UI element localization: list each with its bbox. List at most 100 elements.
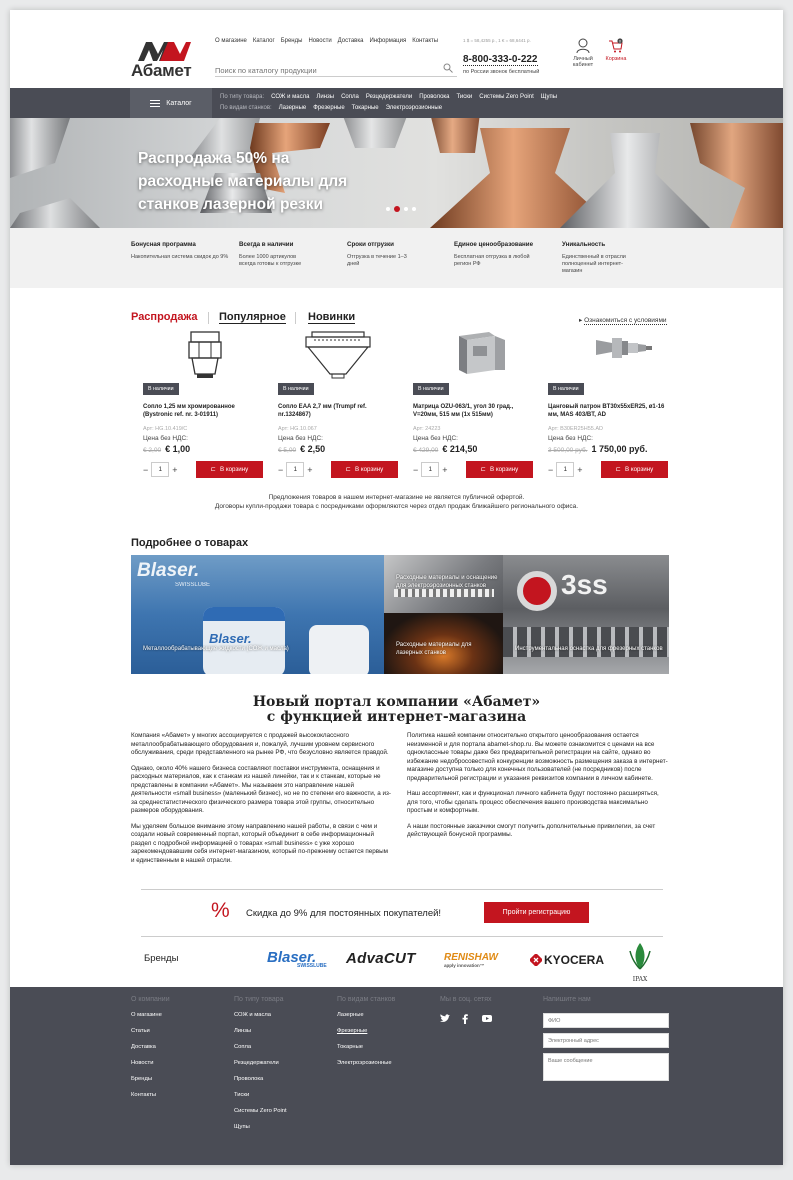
register-button[interactable]: Пройти регистрацию <box>484 902 589 923</box>
logo-text[interactable]: Абамет <box>131 61 192 81</box>
abamet-logo-icon[interactable] <box>136 40 192 62</box>
top-nav-item[interactable]: Контакты <box>412 38 438 44</box>
promo-banner[interactable]: Распродажа 50% на расходные материалы дл… <box>10 118 783 228</box>
footer-link[interactable]: Линзы <box>234 1028 287 1034</box>
footer-link[interactable]: Токарные <box>337 1044 395 1050</box>
footer-link[interactable]: Проволока <box>234 1076 287 1082</box>
footer-link[interactable]: СОЖ и масла <box>234 1012 287 1018</box>
slider-dot-active[interactable] <box>394 206 400 212</box>
nav-item[interactable]: Резцедержатели <box>366 94 412 100</box>
add-to-cart-button[interactable]: ⊏ В корзину <box>196 461 263 478</box>
minus-icon[interactable]: − <box>278 465 283 475</box>
footer-link[interactable]: Тиски <box>234 1092 287 1098</box>
nav-item[interactable]: Системы Zero Point <box>479 94 534 100</box>
brand-kyocera-logo[interactable]: KYOCERA <box>530 953 604 967</box>
product-name[interactable]: Цанговый патрон BT30x55xER25, ø1-16 мм, … <box>548 403 670 420</box>
add-to-cart-button[interactable]: ⊏ В корзину <box>601 461 668 478</box>
name-field[interactable]: ФИО <box>543 1013 669 1028</box>
add-to-cart-button[interactable]: ⊏ В корзину <box>466 461 533 478</box>
account-button[interactable]: Личный кабинет <box>570 38 596 68</box>
top-nav-item[interactable]: О магазине <box>215 38 247 44</box>
brand-advacut-logo[interactable]: AdvaCUT <box>346 950 416 967</box>
youtube-icon[interactable] <box>482 1015 492 1022</box>
nav-item[interactable]: Сопла <box>341 94 359 100</box>
footer-link[interactable]: Новости <box>131 1060 170 1066</box>
plus-icon[interactable]: + <box>307 465 312 475</box>
product-name[interactable]: Сопло 1,25 мм хромированное (Bystronic r… <box>143 403 265 420</box>
footer-link[interactable]: Статьи <box>131 1028 170 1034</box>
quantity-input[interactable]: 1 <box>421 462 440 477</box>
slider-dot[interactable] <box>412 207 416 211</box>
tab-sale[interactable]: Распродажа <box>131 311 198 323</box>
old-price: 3 500,00 руб. <box>548 447 588 454</box>
product-card: В наличии Сопло EAA 2,7 мм (Trumpf ref. … <box>276 330 401 480</box>
nav-item[interactable]: СОЖ и масла <box>271 94 309 100</box>
quantity-input[interactable]: 1 <box>151 462 170 477</box>
footer-link[interactable]: Электроэрозионные <box>337 1060 395 1066</box>
in-stock-badge: В наличии <box>548 383 584 395</box>
catalog-button[interactable]: Каталог <box>130 88 212 118</box>
footer-link[interactable]: Доставка <box>131 1044 170 1050</box>
nav-item[interactable]: Тиски <box>457 94 473 100</box>
quantity-input[interactable]: 1 <box>286 462 305 477</box>
footer-col-social: Мы в соц. сетях <box>440 996 492 1012</box>
message-field[interactable]: Ваше сообщение <box>543 1053 669 1081</box>
minus-icon[interactable]: − <box>143 465 148 475</box>
slider-dot[interactable] <box>386 207 390 211</box>
brand-ipax-logo[interactable]: IPAX <box>624 941 656 983</box>
footer-link[interactable]: Сопла <box>234 1044 287 1050</box>
top-nav-item[interactable]: Бренды <box>281 38 303 44</box>
category-tile-edm[interactable]: Расходные материалы и оснащение для элек… <box>384 555 503 613</box>
plus-icon[interactable]: + <box>172 465 177 475</box>
nav-item[interactable]: Токарные <box>352 105 379 111</box>
cart-icon: ⊏ <box>615 466 621 473</box>
nav-item[interactable]: Линзы <box>316 94 334 100</box>
footer-link[interactable]: Фрезерные <box>337 1028 395 1034</box>
tab-popular[interactable]: Популярное <box>219 311 286 324</box>
brand-renishaw-logo[interactable]: RENISHAW apply innovation™ <box>444 952 498 968</box>
nav-item[interactable]: Проволока <box>419 94 449 100</box>
tab-new[interactable]: Новинки <box>308 311 356 324</box>
plus-icon[interactable]: + <box>442 465 447 475</box>
cart-button[interactable]: 0 Корзина <box>603 38 629 62</box>
minus-icon[interactable]: − <box>413 465 418 475</box>
category-tile-coolants[interactable]: Blaser. SWISSLUBE Blaser. Металлообрабат… <box>131 555 384 674</box>
slider-dot[interactable] <box>404 207 408 211</box>
quantity-input[interactable]: 1 <box>556 462 575 477</box>
top-nav-item[interactable]: Новости <box>308 38 331 44</box>
footer-link[interactable]: Системы Zero Point <box>234 1108 287 1114</box>
user-icon <box>576 38 590 54</box>
product-name[interactable]: Сопло EAA 2,7 мм (Trumpf ref. nr.1324867… <box>278 403 400 420</box>
category-tile-milling[interactable]: 3ss Инструментальная оснастка для фрезер… <box>503 555 669 674</box>
top-nav-item[interactable]: Доставка <box>338 38 364 44</box>
top-nav-item[interactable]: Каталог <box>253 38 275 44</box>
nav-item[interactable]: Фрезерные <box>313 105 344 111</box>
add-to-cart-button[interactable]: ⊏ В корзину <box>331 461 398 478</box>
product-name[interactable]: Матрица OZU-063/1, угол 30 град., V=20мм… <box>413 403 535 420</box>
footer-link[interactable]: Контакты <box>131 1092 170 1098</box>
facebook-icon[interactable] <box>462 1014 468 1024</box>
nav-item[interactable]: Лазерные <box>279 105 307 111</box>
twitter-icon[interactable] <box>440 1014 450 1023</box>
product-article: Арт: B30ER25H55.AD <box>548 426 603 432</box>
percent-icon: % <box>211 899 230 922</box>
minus-icon[interactable]: − <box>548 465 553 475</box>
phone-number[interactable]: 8-800-333-0-222 <box>463 54 538 66</box>
footer-link[interactable]: Бренды <box>131 1076 170 1082</box>
plus-icon[interactable]: + <box>577 465 582 475</box>
search-icon[interactable] <box>443 63 453 73</box>
footer-link[interactable]: Щупы <box>234 1124 287 1130</box>
category-tile-laser[interactable]: Расходные материалы для лазерных станков <box>384 613 503 674</box>
search-input[interactable] <box>215 62 435 79</box>
nav-item[interactable]: Электроэрозионные <box>386 105 442 111</box>
brand-blaser-logo[interactable]: Blaser. SWISSLUBE <box>267 949 327 969</box>
nav-item[interactable]: Щупы <box>541 94 557 100</box>
conditions-link[interactable]: ▸ Ознакомиться с условиями <box>579 316 667 325</box>
footer-link[interactable]: Лазерные <box>337 1012 395 1018</box>
add-to-cart-label: В корзину <box>354 466 384 473</box>
cart-icon: 0 <box>609 38 623 53</box>
email-field[interactable]: Электронный адрес <box>543 1033 669 1048</box>
footer-link[interactable]: Резцедержатели <box>234 1060 287 1066</box>
top-nav-item[interactable]: Информация <box>369 38 406 44</box>
footer-link[interactable]: О магазине <box>131 1012 170 1018</box>
